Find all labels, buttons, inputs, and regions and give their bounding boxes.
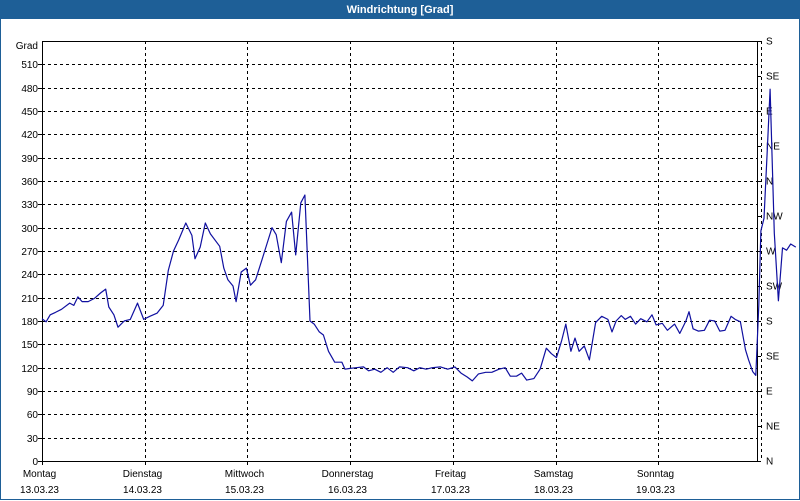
y-tick-label: 420 xyxy=(21,130,38,141)
x-tick-day-label: Freitag xyxy=(435,469,466,480)
x-tick-date-label: 14.03.23 xyxy=(123,485,162,496)
y-tick-label: 210 xyxy=(21,294,38,305)
right-axis-label: N xyxy=(766,457,773,468)
y-tick-label: 450 xyxy=(21,107,38,118)
y-tick-label: 150 xyxy=(21,340,38,351)
x-tick-date-label: 18.03.23 xyxy=(534,485,573,496)
series-line xyxy=(41,88,797,382)
y-tick-label: 30 xyxy=(27,434,39,445)
x-tick-day-label: Samstag xyxy=(534,469,573,480)
y-tick-label: 120 xyxy=(21,364,38,375)
right-axis-label: S xyxy=(766,317,773,328)
x-tick-day-label: Montag xyxy=(23,469,56,480)
right-axis-label: NW xyxy=(766,212,783,223)
x-tick-date-label: 13.03.23 xyxy=(20,485,59,496)
x-tick-day-label: Donnerstag xyxy=(322,469,374,480)
grid-layer xyxy=(42,41,762,461)
right-axis-label: SE xyxy=(766,72,780,83)
x-tick-day-label: Sonntag xyxy=(637,469,674,480)
series-layer xyxy=(41,88,797,382)
axes-layer xyxy=(38,41,761,465)
right-axis-label: SE xyxy=(766,352,780,363)
y-tick-label: 330 xyxy=(21,200,38,211)
y-tick-label: 90 xyxy=(27,387,39,398)
x-tick-date-label: 17.03.23 xyxy=(431,485,470,496)
y-tick-label: 300 xyxy=(21,224,38,235)
x-tick-date-label: 19.03.23 xyxy=(636,485,675,496)
y-tick-label: 510 xyxy=(21,60,38,71)
x-tick-date-label: 15.03.23 xyxy=(225,485,264,496)
chart-window: Windrichtung [Grad] 0 30 60 90 120 150 180 210 2… xyxy=(0,0,800,500)
y-tick-label: 0 xyxy=(32,457,38,468)
y-axis-label: Grad xyxy=(16,41,38,52)
right-axis-label: E xyxy=(766,387,773,398)
right-axis-label: S xyxy=(766,37,773,48)
x-tick-day-label: Dienstag xyxy=(123,469,162,480)
y-tick-label: 60 xyxy=(27,410,39,421)
y-tick-label: 390 xyxy=(21,154,38,165)
y-tick-label: 180 xyxy=(21,317,38,328)
right-axis-label: NE xyxy=(766,422,780,433)
labels-layer: 0 30 60 90 120 150 180 210 240 270 300 330 360 390 420… xyxy=(16,37,783,497)
y-tick-label: 240 xyxy=(21,270,38,281)
line-chart: 0 30 60 90 120 150 180 210 240 270 300 330 360 390 420… xyxy=(16,37,797,497)
y-tick-label: 270 xyxy=(21,247,38,258)
x-tick-day-label: Mittwoch xyxy=(225,469,264,480)
y-tick-label: 480 xyxy=(21,84,38,95)
right-axis-label: W xyxy=(766,247,776,258)
x-tick-date-label: 16.03.23 xyxy=(328,485,367,496)
y-tick-label: 360 xyxy=(21,177,38,188)
